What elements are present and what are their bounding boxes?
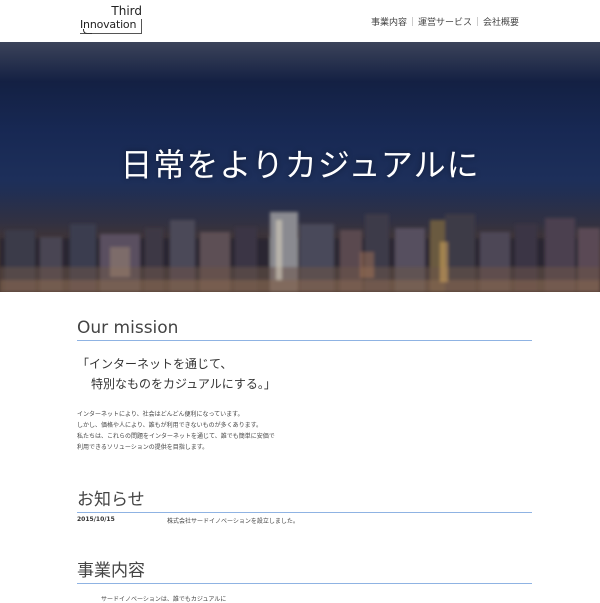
- mission-body: インターネットにより、社会はどんどん便利になっています。 しかし、価格や人により…: [77, 409, 275, 453]
- news-date: 2015/10/15: [77, 516, 115, 523]
- business-heading: 事業内容: [77, 556, 532, 584]
- business-text: サードイノベーションは、誰でもカジュアルに: [101, 596, 227, 603]
- hero-banner: 日常をよりカジュアルに: [0, 42, 600, 292]
- nav-item-company[interactable]: 会社概要: [478, 15, 524, 28]
- mission-body-line: しかし、価格や人により、誰もが利用できないものが多くあります。: [77, 422, 263, 429]
- company-logo[interactable]: Third Innovation: [80, 5, 142, 35]
- hero-top-fade: [0, 42, 600, 82]
- mission-catchphrase: 「インターネットを通じて、 特別なものをカジュアルにする。」: [77, 354, 276, 394]
- catch-line-2: 特別なものをカジュアルにする。」: [91, 377, 276, 391]
- mission-heading: Our mission: [77, 318, 532, 341]
- catch-line-1: 「インターネットを通じて、: [77, 357, 233, 371]
- mission-body-line: インターネットにより、社会はどんどん便利になっています。: [77, 411, 244, 418]
- nav-item-services[interactable]: 運営サービス: [413, 15, 477, 28]
- logo-swoosh-icon: [83, 29, 92, 34]
- site-header: Third Innovation 事業内容 運営サービス 会社概要: [0, 0, 600, 42]
- logo-text-third: Third: [111, 4, 142, 18]
- news-heading: お知らせ: [77, 485, 532, 513]
- nav-item-business[interactable]: 事業内容: [366, 15, 412, 28]
- hero-tagline: 日常をよりカジュアルに: [120, 146, 480, 184]
- mission-body-line: 私たちは、これらの問題をインターネットを通じて、誰でも簡単に安価で: [77, 433, 275, 440]
- mission-body-line: 利用できるソリューションの提供を目指します。: [77, 444, 209, 451]
- news-text: 株式会社サードイノベーションを設立しました。: [167, 518, 299, 525]
- global-nav: 事業内容 運営サービス 会社概要: [366, 15, 524, 28]
